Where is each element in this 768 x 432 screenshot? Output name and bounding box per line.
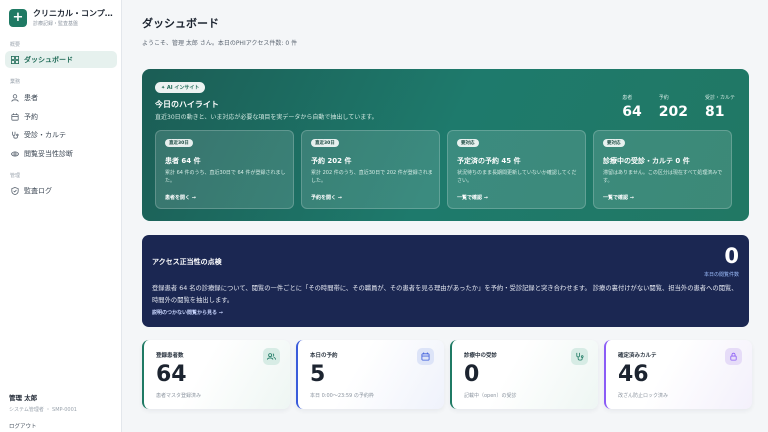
eye-icon (10, 149, 19, 158)
card-description: 滞留はありません。この区分は現在すべて処理済みです。 (603, 170, 723, 184)
kpi-value: 64 (156, 362, 187, 387)
card-description: 累計 64 件のうち、直近30日で 64 件が登録されました。 (165, 170, 286, 184)
stat-value: 81 (704, 104, 725, 120)
insight-card-in-progress[interactable]: 要対応 診療中の受診・カルテ 0 件 滞留はありません。この区分は現在すべて処理… (593, 130, 732, 209)
lock-icon (725, 348, 742, 365)
card-description: 状況待ちのまま長期間更新していないか確認してください。 (457, 170, 577, 184)
sidebar-item-label: 監査ログ (24, 186, 52, 195)
kpi-card-locked-records[interactable]: 確定済みカルテ 46 改ざん防止ロック済み (604, 340, 752, 409)
today-access-count: 0 (724, 244, 739, 268)
stat-appointments: 予約 202 (659, 94, 688, 120)
app-title: クリニカル・コンプ… (33, 9, 113, 18)
sidebar-item-label: 患者 (24, 93, 38, 102)
kpi-sub: 本日 0:00〜23:59 の予約枠 (310, 393, 374, 399)
kpi-cards: 登録患者数 64 患者マスタ登録済み 本日の予約 5 本日 0:00〜23:59… (142, 340, 758, 409)
logout-link[interactable]: ログアウト (9, 422, 37, 430)
calendar-icon (417, 348, 434, 365)
stat-encounters: 受診・カルテ 81 (705, 94, 735, 120)
sidebar-item-label: 閲覧妥当性診断 (24, 149, 73, 158)
insight-card-scheduled[interactable]: 要対応 予定済の予約 45 件 状況待ちのまま長期間更新していないか確認してくだ… (447, 130, 586, 209)
insight-card-patients[interactable]: 直近30日 患者 64 件 累計 64 件のうち、直近30日で 64 件が登録さ… (155, 130, 294, 209)
insight-card-appointments[interactable]: 直近30日 予約 202 件 累計 202 件のうち、直近30日で 202 件が… (301, 130, 440, 209)
sidebar-item-audit-log[interactable]: 監査ログ (5, 182, 117, 199)
card-title: 患者 64 件 (165, 157, 201, 165)
sidebar-item-label: 受診・カルテ (24, 130, 66, 139)
kpi-card-patients[interactable]: 登録患者数 64 患者マスタ登録済み (142, 340, 290, 409)
nav-section-work: 業務 (10, 79, 21, 85)
kpi-label: 登録患者数 (156, 353, 184, 359)
user-icon (10, 93, 19, 102)
stat-patients: 患者 64 (622, 94, 641, 120)
sidebar-item-label: 予約 (24, 112, 38, 121)
nav-section-admin: 管理 (10, 173, 21, 179)
kpi-value: 0 (464, 362, 480, 387)
card-badge: 要対応 (457, 139, 479, 147)
insight-cards: 直近30日 患者 64 件 累計 64 件のうち、直近30日で 64 件が登録さ… (155, 130, 739, 209)
stethoscope-icon (571, 348, 588, 365)
kpi-value: 5 (310, 362, 326, 387)
card-badge: 要対応 (603, 139, 625, 147)
shield-icon (10, 186, 19, 195)
calendar-icon (10, 112, 19, 121)
brand[interactable]: + クリニカル・コンプ… 診療記録・監査基盤 (9, 8, 113, 27)
grid-icon (10, 55, 19, 64)
kpi-sub: 患者マスタ登録済み (156, 393, 202, 399)
access-integrity-panel: アクセス正当性の点検 0 本日の閲覧件数 登録患者 64 名の診療録について、閲… (142, 235, 749, 327)
stat-label: 受診・カルテ (704, 95, 735, 101)
card-badge: 直近30日 (311, 139, 339, 147)
card-badge: 直近30日 (165, 139, 193, 147)
nav-section-overview: 概要 (10, 42, 21, 48)
ai-insight-panel: ✦ AI インサイト 今日のハイライト 直近30日の動きと、いま対応が必要な項目… (142, 69, 749, 221)
ai-insight-badge: ✦ AI インサイト (155, 82, 206, 93)
kpi-card-appointments-today[interactable]: 本日の予約 5 本日 0:00〜23:59 の予約枠 (296, 340, 444, 409)
main-content: ダッシュボード ようこそ、管理 太郎 さん。本日のPHIアクセス件数: 0 件 … (123, 0, 768, 432)
plus-logo-icon: + (9, 8, 27, 27)
integrity-title: アクセス正当性の点検 (152, 258, 222, 266)
sidebar-item-access-review[interactable]: 閲覧妥当性診断 (5, 145, 117, 162)
kpi-label: 診療中の受診 (464, 353, 498, 359)
card-description: 累計 202 件のうち、直近30日で 202 件が登録されました。 (311, 170, 433, 184)
stat-label: 患者 (622, 95, 633, 101)
kpi-sub: 記載中（open）の受診 (464, 393, 517, 399)
sidebar-item-appointments[interactable]: 予約 (5, 108, 117, 125)
kpi-value: 46 (618, 362, 649, 387)
integrity-description: 登録患者 64 名の診療録について、閲覧の一件ごとに「その時間帯に、その職員が、… (152, 285, 738, 304)
today-access-count-label: 本日の閲覧件数 (703, 272, 739, 278)
user-panel: 管理 太郎 システム管理者 ・ SMP-0001 ログアウト (9, 392, 77, 432)
stat-label: 予約 (658, 95, 669, 101)
sidebar-item-encounters[interactable]: 受診・カルテ (5, 126, 117, 143)
sidebar-item-label: ダッシュボード (24, 55, 73, 64)
insight-stats: 患者 64 予約 202 受診・カルテ 81 (605, 94, 735, 120)
kpi-label: 確定済みカルテ (618, 353, 657, 359)
stat-value: 64 (622, 104, 642, 120)
open-appointments-link[interactable]: 予約を開く → (311, 194, 342, 201)
unexplained-access-link[interactable]: 説明のつかない閲覧から見る → (152, 309, 223, 316)
kpi-card-active-encounters[interactable]: 診療中の受診 0 記載中（open）の受診 (450, 340, 598, 409)
open-patients-link[interactable]: 患者を開く → (165, 194, 196, 201)
kpi-sub: 改ざん防止ロック済み (618, 393, 669, 399)
user-name: 管理 太郎 (9, 394, 38, 402)
users-icon (263, 348, 280, 365)
stat-value: 202 (658, 104, 688, 120)
review-list-link[interactable]: 一覧で確認 → (457, 194, 488, 201)
sidebar-item-patients[interactable]: 患者 (5, 89, 117, 106)
page-title: ダッシュボード (142, 17, 219, 30)
welcome-text: ようこそ、管理 太郎 さん。本日のPHIアクセス件数: 0 件 (142, 40, 298, 47)
kpi-label: 本日の予約 (310, 353, 338, 359)
card-title: 診療中の受診・カルテ 0 件 (603, 157, 690, 165)
insight-description: 直近30日の動きと、いま対応が必要な項目を実データから自動で抽出しています。 (155, 114, 378, 121)
user-role: システム管理者 ・ SMP-0001 (9, 407, 77, 413)
app-subtitle: 診療記録・監査基盤 (33, 21, 79, 27)
sidebar-item-dashboard[interactable]: ダッシュボード (5, 51, 117, 68)
review-list-link[interactable]: 一覧で確認 → (603, 194, 634, 201)
stethoscope-icon (10, 130, 19, 139)
insight-title: 今日のハイライト (155, 100, 219, 109)
card-title: 予定済の予約 45 件 (457, 157, 521, 165)
sidebar: + クリニカル・コンプ… 診療記録・監査基盤 概要 ダッシュボード 業務 患者 … (0, 0, 122, 432)
card-title: 予約 202 件 (311, 157, 352, 165)
